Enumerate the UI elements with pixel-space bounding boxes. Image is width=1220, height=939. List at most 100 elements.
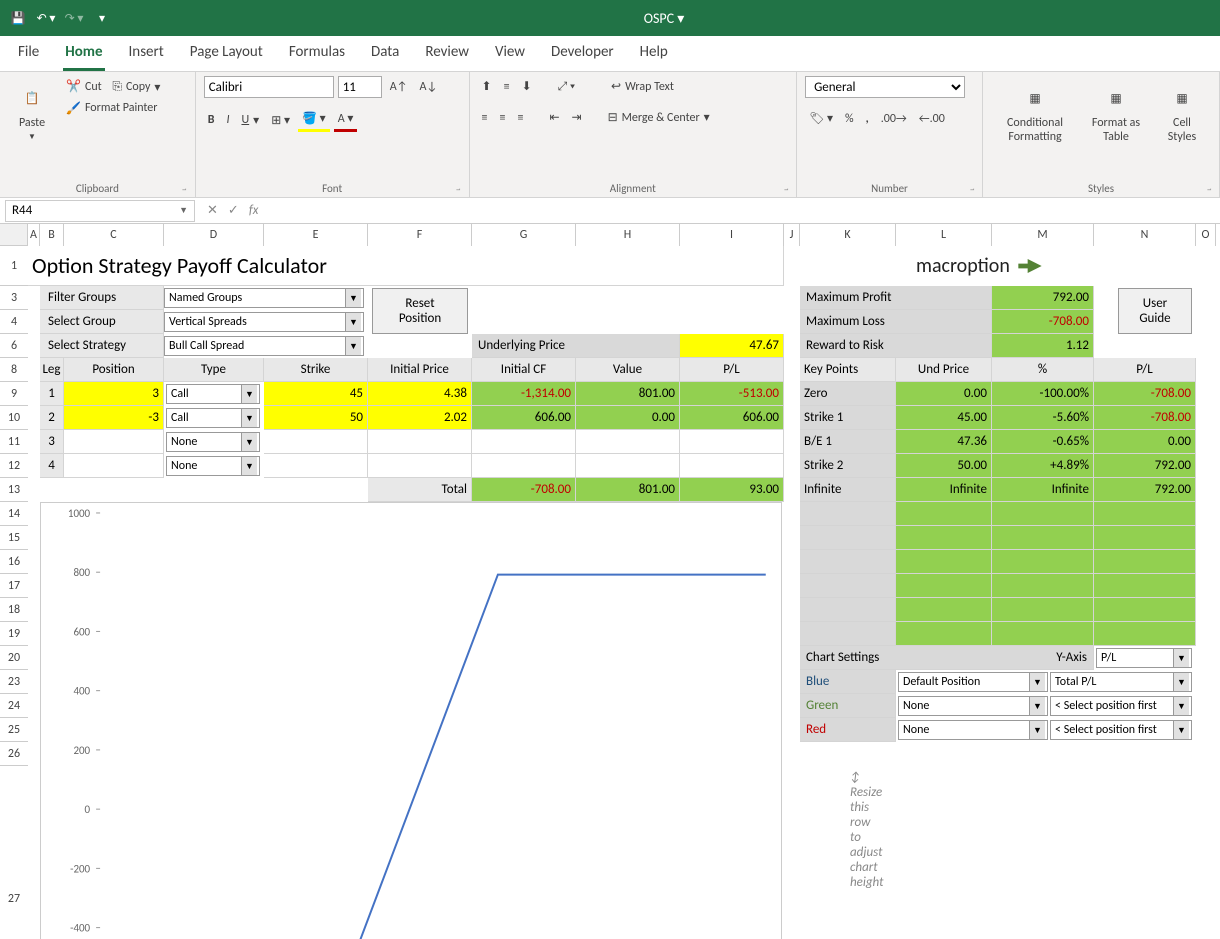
col-header[interactable]: B bbox=[40, 224, 64, 246]
col-header[interactable]: K bbox=[800, 224, 896, 246]
leg-position[interactable] bbox=[64, 430, 164, 454]
number-format-select[interactable]: General bbox=[805, 76, 965, 98]
filter-groups-select[interactable]: Named Groups▼ bbox=[164, 288, 364, 308]
increase-decimal-icon[interactable]: .00→ bbox=[877, 109, 911, 129]
col-header[interactable]: E bbox=[264, 224, 368, 246]
tab-developer[interactable]: Developer bbox=[549, 37, 616, 71]
cut-button[interactable]: ✂️Cut bbox=[62, 76, 106, 97]
row-header[interactable]: 27 bbox=[0, 766, 28, 939]
tab-view[interactable]: View bbox=[493, 37, 527, 71]
chart-position-select[interactable]: None▼ bbox=[898, 696, 1048, 716]
tab-insert[interactable]: Insert bbox=[127, 37, 166, 71]
row-header[interactable]: 12 bbox=[0, 454, 28, 478]
row-header[interactable]: 17 bbox=[0, 574, 28, 598]
bold-button[interactable]: B bbox=[204, 110, 219, 130]
tab-page-layout[interactable]: Page Layout bbox=[188, 37, 265, 71]
underline-button[interactable]: U ▾ bbox=[237, 110, 263, 131]
currency-icon[interactable]: 🏷 ▾ bbox=[805, 108, 837, 129]
leg-initial-price[interactable] bbox=[368, 430, 472, 454]
fx-icon[interactable]: fx bbox=[249, 203, 259, 218]
select-strategy-select[interactable]: Bull Call Spread▼ bbox=[164, 336, 364, 356]
comma-icon[interactable]: , bbox=[862, 109, 873, 129]
font-color-button[interactable]: A ▾ bbox=[334, 108, 358, 132]
font-size-select[interactable] bbox=[338, 76, 382, 98]
yaxis-select[interactable]: P/L▼ bbox=[1096, 648, 1192, 668]
italic-button[interactable]: I bbox=[222, 110, 233, 130]
col-header[interactable]: D bbox=[164, 224, 264, 246]
format-painter-button[interactable]: 🖌️Format Painter bbox=[62, 98, 161, 119]
chart-series-select[interactable]: Total P/L▼ bbox=[1050, 672, 1192, 692]
leg-initial-price[interactable]: 2.02 bbox=[368, 406, 472, 430]
orientation-icon[interactable]: ⤢ ▾ bbox=[554, 77, 579, 97]
worksheet[interactable]: ABCDEFGHIJKLMNO 134689101112131415161718… bbox=[0, 224, 1220, 939]
col-header[interactable]: A bbox=[28, 224, 40, 246]
leg-type-select[interactable]: Call▼ bbox=[166, 408, 260, 428]
name-box[interactable]: R44▼ bbox=[5, 200, 195, 222]
row-header[interactable]: 24 bbox=[0, 694, 28, 718]
row-header[interactable]: 6 bbox=[0, 334, 28, 358]
decrease-decimal-icon[interactable]: ←.00 bbox=[915, 109, 949, 129]
col-header[interactable]: J bbox=[784, 224, 800, 246]
row-header[interactable]: 20 bbox=[0, 646, 28, 670]
col-header[interactable]: L bbox=[896, 224, 992, 246]
leg-position[interactable] bbox=[64, 454, 164, 478]
align-top-icon[interactable]: ⬆ bbox=[478, 76, 496, 97]
tab-file[interactable]: File bbox=[16, 37, 41, 71]
increase-indent-icon[interactable]: ⇥ bbox=[568, 107, 586, 128]
chart-series-select[interactable]: < Select position first▼ bbox=[1050, 696, 1192, 716]
row-header[interactable]: 9 bbox=[0, 382, 28, 406]
decrease-font-icon[interactable]: A↓ bbox=[416, 77, 442, 97]
col-header[interactable]: F bbox=[368, 224, 472, 246]
chart-series-select[interactable]: < Select position first▼ bbox=[1050, 720, 1192, 740]
tab-home[interactable]: Home bbox=[63, 37, 104, 71]
row-header[interactable]: 25 bbox=[0, 718, 28, 742]
leg-strike[interactable] bbox=[264, 430, 368, 454]
row-header[interactable]: 26 bbox=[0, 742, 28, 766]
col-header[interactable]: G bbox=[472, 224, 576, 246]
leg-strike[interactable]: 45 bbox=[264, 382, 368, 406]
merge-center-button[interactable]: ⊟Merge & Center ▾ bbox=[604, 107, 714, 128]
increase-font-icon[interactable]: A↑ bbox=[386, 77, 412, 97]
save-icon[interactable]: 💾 bbox=[6, 6, 30, 30]
cell-styles-button[interactable]: ▦Cell Styles bbox=[1153, 76, 1211, 150]
row-header[interactable]: 1 bbox=[0, 246, 28, 286]
undo-icon[interactable]: ↶ ▾ bbox=[34, 6, 58, 30]
cancel-formula-icon[interactable]: ✕ bbox=[207, 203, 218, 218]
accept-formula-icon[interactable]: ✓ bbox=[228, 203, 239, 218]
select-group-select[interactable]: Vertical Spreads▼ bbox=[164, 312, 364, 332]
leg-position[interactable]: -3 bbox=[64, 406, 164, 430]
tab-help[interactable]: Help bbox=[638, 37, 670, 71]
align-middle-icon[interactable]: ≡ bbox=[500, 77, 514, 97]
leg-initial-price[interactable]: 4.38 bbox=[368, 382, 472, 406]
leg-initial-price[interactable] bbox=[368, 454, 472, 478]
leg-strike[interactable]: 50 bbox=[264, 406, 368, 430]
row-header[interactable]: 8 bbox=[0, 358, 28, 382]
col-header[interactable]: O bbox=[1196, 224, 1216, 246]
col-header[interactable]: H bbox=[576, 224, 680, 246]
paste-button[interactable]: 📋 Paste ▼ bbox=[8, 76, 56, 148]
leg-type-select[interactable]: Call▼ bbox=[166, 384, 260, 404]
wrap-text-button[interactable]: ↩Wrap Text bbox=[607, 76, 678, 97]
row-header[interactable]: 10 bbox=[0, 406, 28, 430]
row-header[interactable]: 15 bbox=[0, 526, 28, 550]
redo-icon[interactable]: ↷ ▾ bbox=[62, 6, 86, 30]
tab-review[interactable]: Review bbox=[423, 37, 471, 71]
row-header[interactable]: 3 bbox=[0, 286, 28, 310]
leg-type-select[interactable]: None▼ bbox=[166, 456, 260, 476]
font-name-select[interactable] bbox=[204, 76, 334, 98]
align-center-icon[interactable]: ≡ bbox=[496, 108, 510, 128]
align-left-icon[interactable]: ≡ bbox=[478, 108, 492, 128]
reset-position-button[interactable]: Reset Position bbox=[372, 288, 468, 334]
chart-position-select[interactable]: None▼ bbox=[898, 720, 1048, 740]
row-header[interactable]: 13 bbox=[0, 478, 28, 502]
col-header[interactable]: C bbox=[64, 224, 164, 246]
row-header[interactable]: 16 bbox=[0, 550, 28, 574]
user-guide-button[interactable]: User Guide bbox=[1118, 288, 1192, 334]
row-header[interactable]: 23 bbox=[0, 670, 28, 694]
percent-icon[interactable]: % bbox=[841, 109, 858, 129]
qat-dropdown-icon[interactable]: ▾ bbox=[90, 6, 114, 30]
copy-button[interactable]: ⎘Copy ▾ bbox=[108, 77, 164, 98]
fill-color-button[interactable]: 🪣 ▾ bbox=[298, 108, 330, 132]
formula-input[interactable] bbox=[268, 200, 1220, 222]
borders-button[interactable]: ⊞ ▾ bbox=[267, 110, 294, 131]
